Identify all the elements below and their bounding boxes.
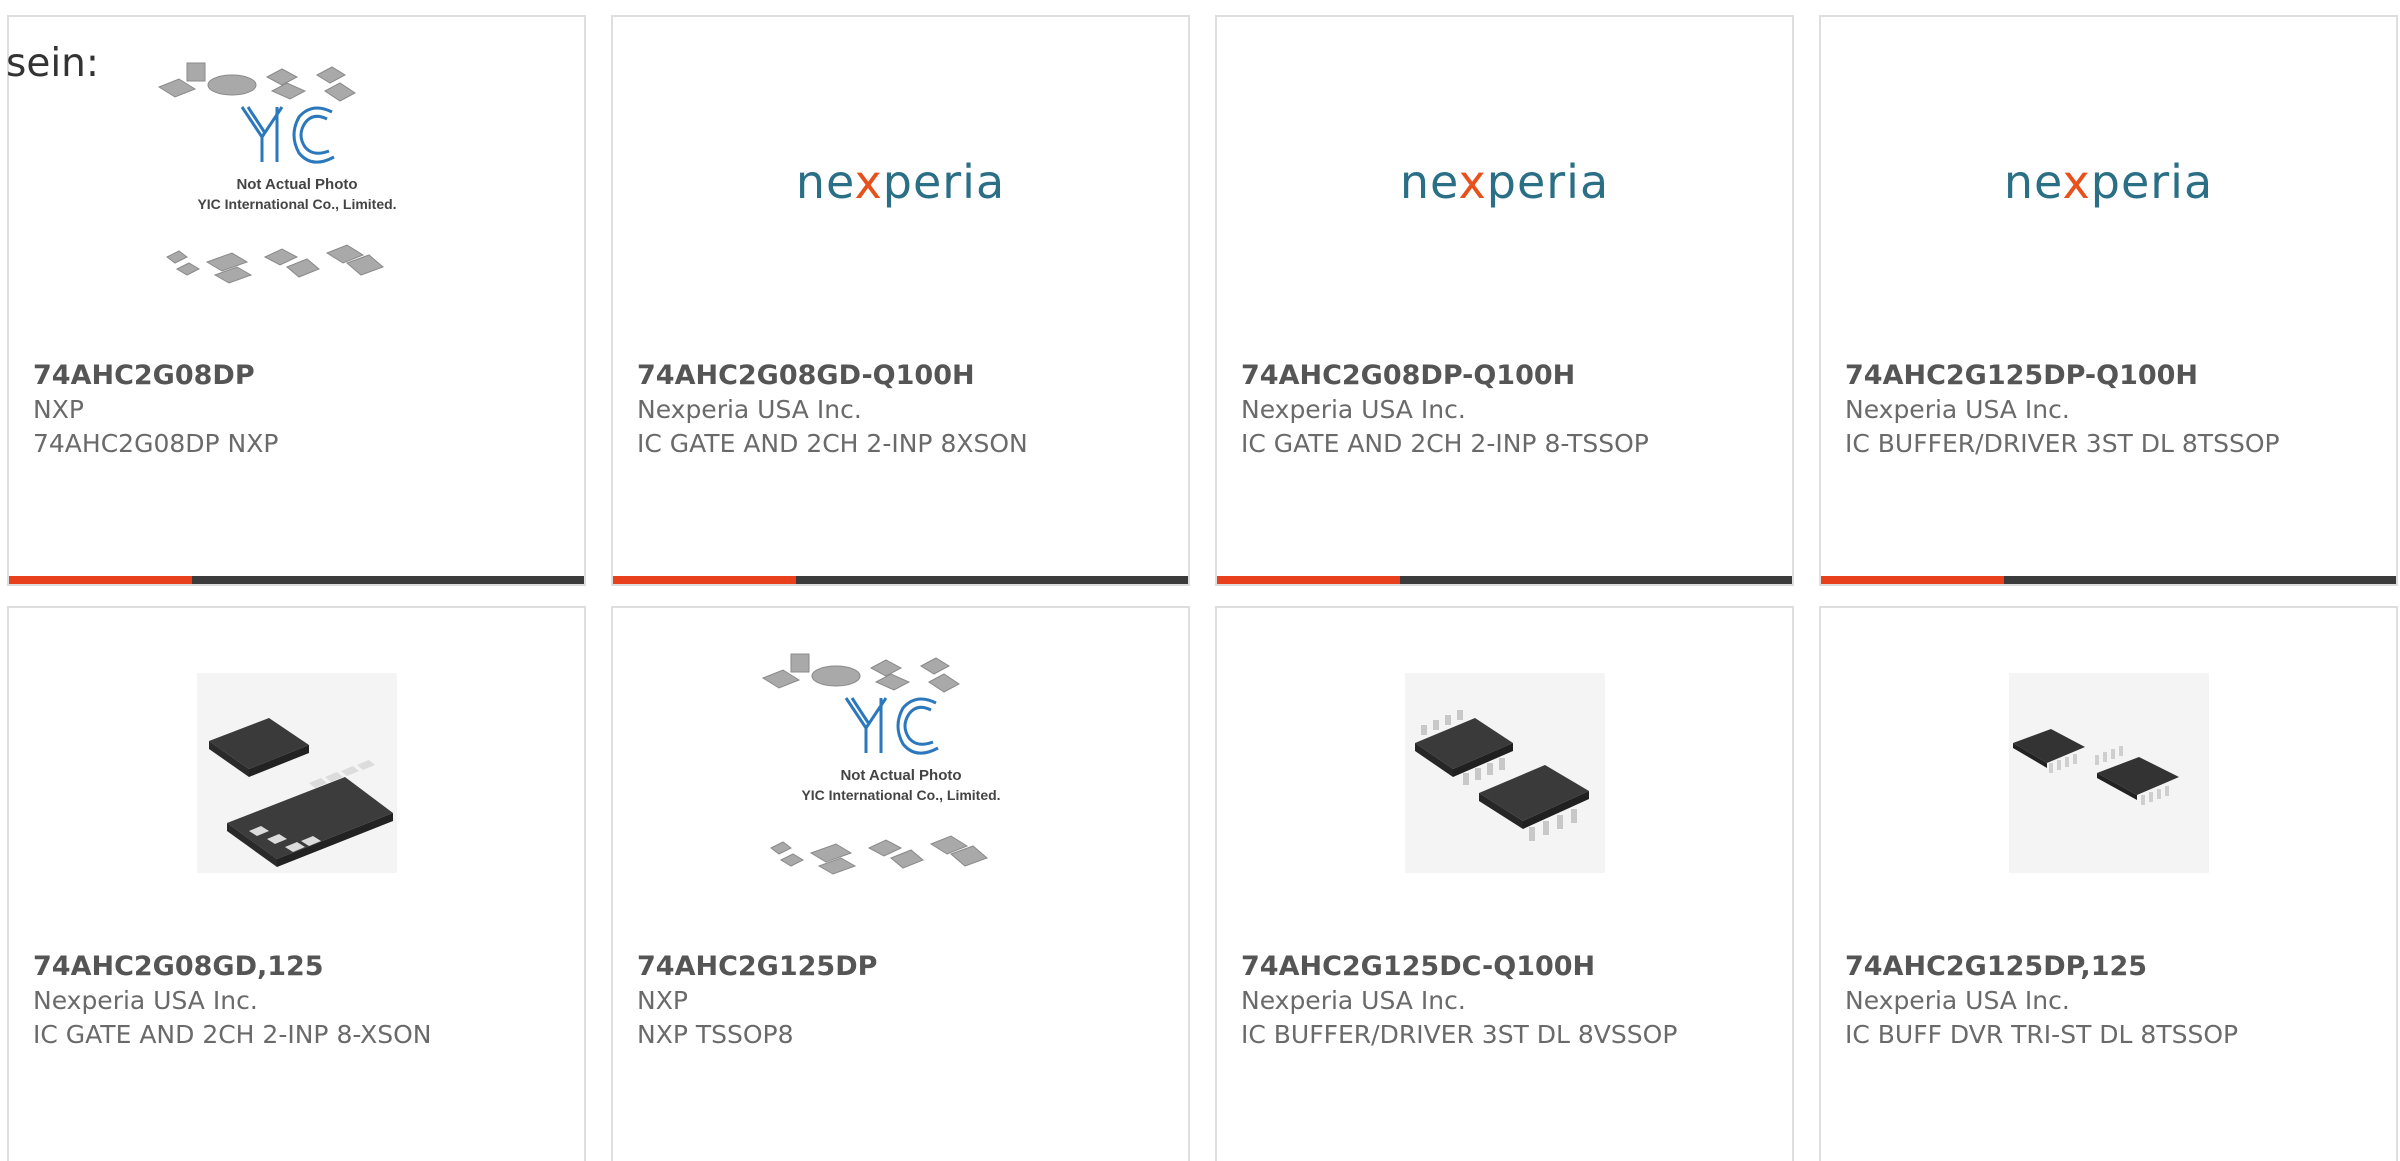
product-image[interactable]: nexperia [1821, 17, 2396, 347]
product-card[interactable]: 74AHC2G125DC-Q100H Nexperia USA Inc. IC … [1215, 606, 1794, 1161]
product-card[interactable]: nexperia 74AHC2G08GD-Q100H Nexperia USA … [611, 15, 1190, 586]
part-number[interactable]: 74AHC2G08DP-Q100H [1241, 359, 1768, 393]
yic-placeholder-icon: Not Actual Photo YIC International Co., … [761, 653, 1000, 875]
product-grid: Not Actual Photo YIC International Co., … [7, 15, 2398, 1161]
product-image[interactable] [1217, 608, 1792, 938]
description: IC BUFFER/DRIVER 3ST DL 8VSSOP [1241, 1020, 1678, 1049]
placeholder-line2: YIC International Co., Limited. [197, 196, 396, 212]
product-image[interactable] [1821, 608, 2396, 938]
manufacturer: Nexperia USA Inc. [33, 986, 258, 1015]
card-accent-bar [613, 576, 796, 584]
product-card[interactable]: nexperia 74AHC2G08DP-Q100H Nexperia USA … [1215, 15, 1794, 586]
yic-placeholder-icon: Not Actual Photo YIC International Co., … [157, 62, 396, 284]
product-card[interactable]: 74AHC2G08GD,125 Nexperia USA Inc. IC GAT… [7, 606, 586, 1161]
part-number[interactable]: 74AHC2G125DP,125 [1845, 950, 2372, 984]
product-info: 74AHC2G125DP,125 Nexperia USA Inc. IC BU… [1845, 950, 2372, 1052]
manufacturer: Nexperia USA Inc. [1845, 395, 2070, 424]
part-number[interactable]: 74AHC2G125DP [637, 950, 1164, 984]
nexperia-logo: nexperia [2003, 155, 2214, 209]
description: IC GATE AND 2CH 2-INP 8-TSSOP [1241, 429, 1649, 458]
product-card[interactable]: Not Actual Photo YIC International Co., … [7, 15, 586, 586]
part-number[interactable]: 74AHC2G125DC-Q100H [1241, 950, 1768, 984]
product-info: 74AHC2G08GD,125 Nexperia USA Inc. IC GAT… [33, 950, 560, 1052]
placeholder-line1: Not Actual Photo [840, 767, 961, 784]
card-accent-bar [1217, 576, 1400, 584]
tssop-chip-icon [2008, 673, 2209, 873]
manufacturer: Nexperia USA Inc. [1845, 986, 2070, 1015]
description: IC GATE AND 2CH 2-INP 8-XSON [33, 1020, 432, 1049]
manufacturer: NXP [33, 395, 84, 424]
manufacturer: NXP [637, 986, 688, 1015]
description: IC GATE AND 2CH 2-INP 8XSON [637, 429, 1028, 458]
product-info: 74AHC2G08GD-Q100H Nexperia USA Inc. IC G… [637, 359, 1164, 461]
product-info: 74AHC2G125DP NXP NXP TSSOP8 [637, 950, 1164, 1052]
part-number[interactable]: 74AHC2G08GD-Q100H [637, 359, 1164, 393]
product-card[interactable]: Not Actual Photo YIC International Co., … [611, 606, 1190, 1161]
product-info: 74AHC2G125DC-Q100H Nexperia USA Inc. IC … [1241, 950, 1768, 1052]
product-image[interactable]: Not Actual Photo YIC International Co., … [613, 608, 1188, 938]
description: IC BUFF DVR TRI-ST DL 8TSSOP [1845, 1020, 2239, 1049]
product-image[interactable] [9, 608, 584, 938]
description: IC BUFFER/DRIVER 3ST DL 8TSSOP [1845, 429, 2280, 458]
card-accent-bar [9, 576, 192, 584]
card-accent-bar [1821, 576, 2004, 584]
intro-text: sein: [6, 41, 100, 86]
description: 74AHC2G08DP NXP [33, 429, 279, 458]
product-info: 74AHC2G08DP-Q100H Nexperia USA Inc. IC G… [1241, 359, 1768, 461]
product-listing-page: sein: Not Actual Photo YIC International… [0, 0, 2400, 1161]
placeholder-line2: YIC International Co., Limited. [801, 787, 1000, 803]
part-number[interactable]: 74AHC2G08DP [33, 359, 560, 393]
manufacturer: Nexperia USA Inc. [1241, 986, 1466, 1015]
nexperia-logo: nexperia [795, 155, 1006, 209]
manufacturer: Nexperia USA Inc. [637, 395, 862, 424]
xson-chip-icon [196, 673, 397, 873]
part-number[interactable]: 74AHC2G08GD,125 [33, 950, 560, 984]
product-image[interactable]: nexperia [1217, 17, 1792, 347]
product-info: 74AHC2G08DP NXP 74AHC2G08DP NXP [33, 359, 560, 461]
nexperia-logo: nexperia [1399, 155, 1610, 209]
product-info: 74AHC2G125DP-Q100H Nexperia USA Inc. IC … [1845, 359, 2372, 461]
product-card[interactable]: nexperia 74AHC2G125DP-Q100H Nexperia USA… [1819, 15, 2398, 586]
product-card[interactable]: 74AHC2G125DP,125 Nexperia USA Inc. IC BU… [1819, 606, 2398, 1161]
part-number[interactable]: 74AHC2G125DP-Q100H [1845, 359, 2372, 393]
placeholder-line1: Not Actual Photo [236, 176, 357, 193]
product-image[interactable]: nexperia [613, 17, 1188, 347]
description: NXP TSSOP8 [637, 1020, 794, 1049]
vssop-chip-icon [1404, 673, 1605, 873]
manufacturer: Nexperia USA Inc. [1241, 395, 1466, 424]
